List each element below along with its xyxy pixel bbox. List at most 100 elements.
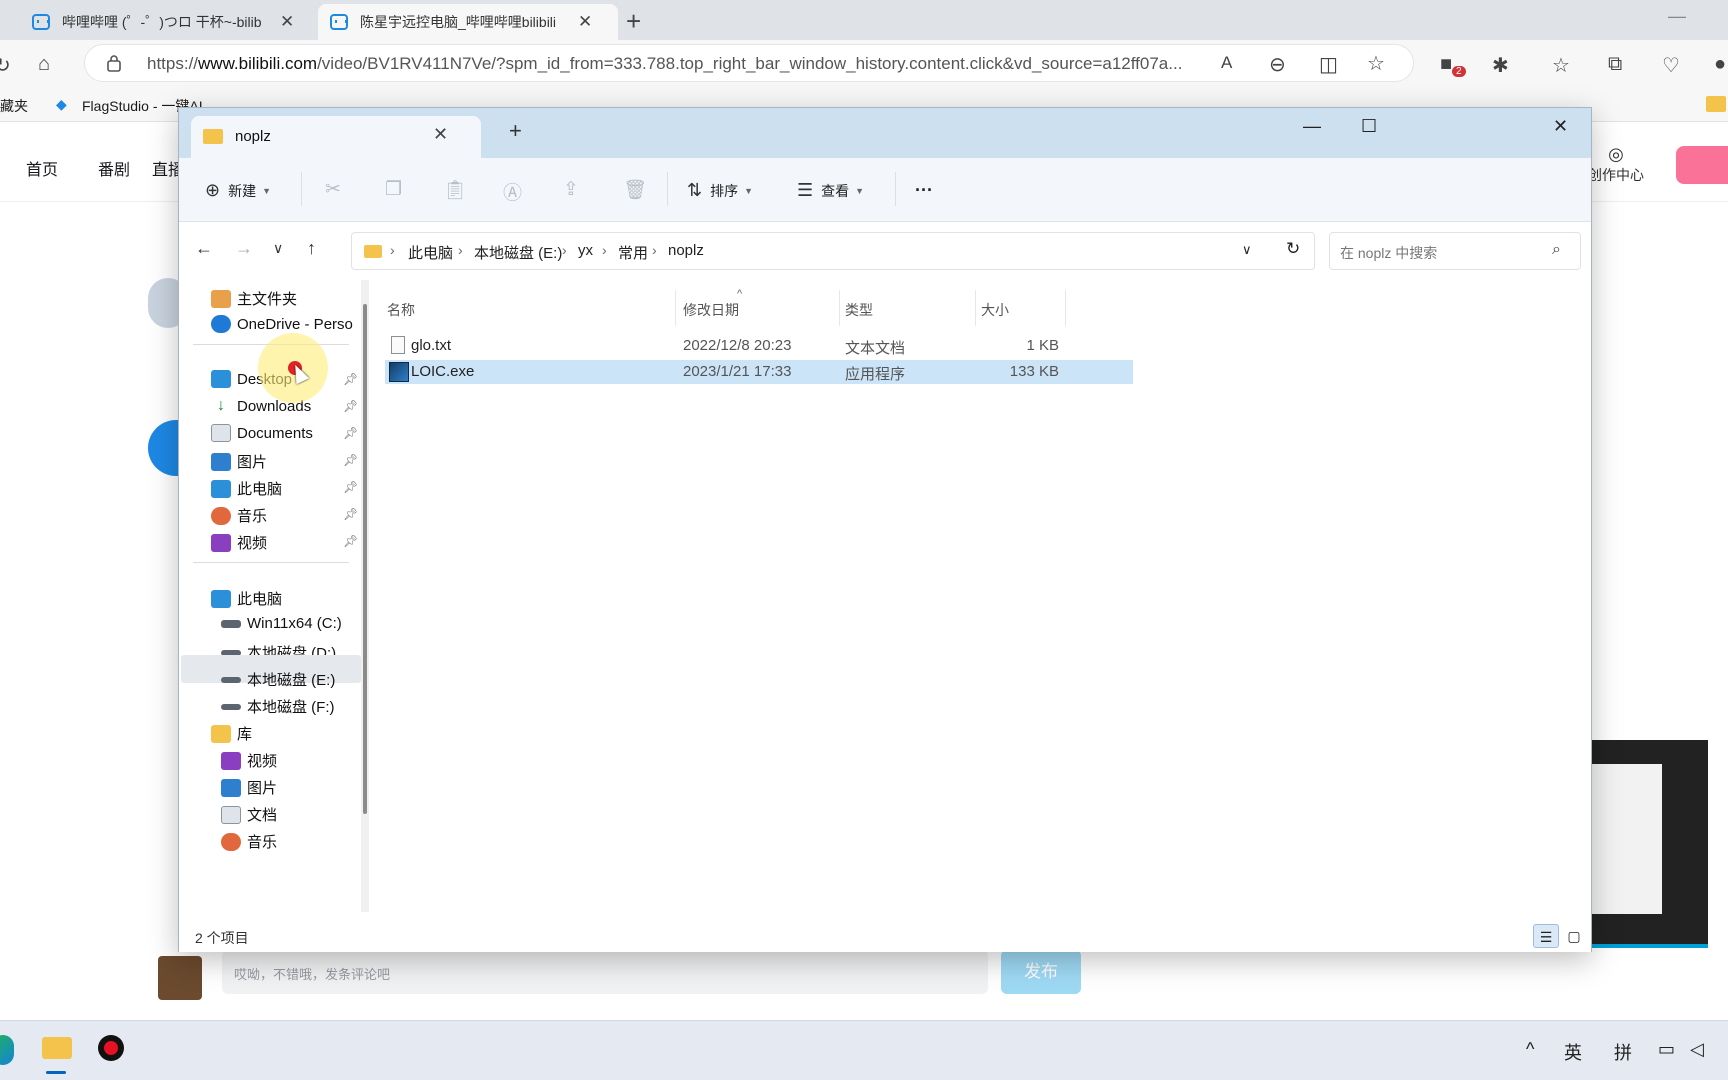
comment-input[interactable]: 哎呦，不错哦，发条评论吧 [222, 950, 988, 994]
new-button[interactable]: ⊕ 新建 ▼ [205, 180, 271, 201]
performance-icon[interactable]: ♡ [1662, 53, 1680, 78]
minimize-button[interactable]: — [1303, 116, 1321, 137]
column-header-type[interactable]: 类型 [845, 300, 873, 320]
forward-arrow-icon[interactable]: → [235, 238, 253, 259]
share-icon[interactable]: ⇪ [563, 178, 579, 201]
favorite-star-icon[interactable]: ☆ [1367, 51, 1385, 76]
record-icon[interactable] [98, 1035, 124, 1061]
extension-icon[interactable]: ■ [1440, 53, 1452, 76]
search-input[interactable]: 在 noplz 中搜索 ⌕ [1329, 232, 1581, 270]
volume-icon[interactable]: ◁ [1690, 1039, 1704, 1060]
sidebar-item-music[interactable]: 音乐 [211, 505, 267, 526]
column-divider[interactable] [1065, 290, 1066, 326]
home-icon[interactable]: ⌂ [38, 53, 50, 76]
rename-icon[interactable]: Ⓐ [503, 178, 522, 205]
nav-anime[interactable]: 番剧 [98, 156, 130, 180]
chevron-right-icon[interactable]: › [652, 242, 657, 258]
favorites-folder-icon[interactable] [1706, 96, 1726, 112]
column-header-date[interactable]: 修改日期 [683, 300, 739, 320]
maximize-button[interactable]: ☐ [1361, 116, 1377, 137]
breadcrumb-item[interactable]: 本地磁盘 (E:) [474, 242, 562, 263]
ime-mode[interactable]: 拼 [1614, 1039, 1632, 1065]
favorites-item[interactable]: 藏夹 [0, 96, 28, 116]
puzzle-icon[interactable]: ✱ [1492, 53, 1509, 78]
sort-button[interactable]: ⇅ 排序 ▼ [687, 180, 753, 201]
sidebar-item-drive-f[interactable]: 本地磁盘 (F:) [221, 696, 335, 717]
browser-tab-active[interactable]: 陈星宇远控电脑_哔哩哔哩bilibili ✕ [318, 4, 618, 40]
scrollbar-thumb[interactable] [363, 304, 367, 814]
file-row-selected[interactable]: LOIC.exe 2023/1/21 17:33 应用程序 133 KB [385, 360, 1133, 384]
pin-icon[interactable]: 📌︎ [343, 453, 358, 467]
breadcrumb-item[interactable]: yx [578, 242, 593, 259]
publish-button[interactable]: 发布 [1001, 950, 1081, 994]
refresh-icon[interactable]: ↻ [0, 53, 11, 78]
chevron-right-icon[interactable]: › [390, 242, 395, 258]
recent-locations-chevron-icon[interactable]: ∨ [273, 240, 283, 257]
chevron-right-icon[interactable]: › [458, 242, 463, 258]
user-avatar[interactable] [148, 420, 178, 476]
details-view-icon[interactable]: ☰ [1533, 924, 1559, 948]
view-button[interactable]: ☰ 查看 ▼ [797, 180, 864, 201]
more-options-button[interactable]: ··· [915, 180, 933, 201]
breadcrumb[interactable]: › 此电脑 › 本地磁盘 (E:) › yx › 常用 › noplz ∨ ↻ [351, 232, 1315, 270]
sidebar-scrollbar[interactable] [361, 280, 369, 912]
large-icons-view-icon[interactable]: ▢ [1561, 924, 1587, 948]
close-tab-icon[interactable]: ✕ [578, 12, 592, 32]
sidebar-item-drive-e[interactable]: 本地磁盘 (E:) [221, 669, 335, 690]
breadcrumb-item[interactable]: noplz [668, 242, 704, 259]
close-window-button[interactable]: ✕ [1553, 116, 1568, 137]
refresh-icon[interactable]: ↻ [1286, 239, 1300, 259]
sidebar-item-lib-documents[interactable]: 文档 [221, 804, 277, 825]
pin-icon[interactable]: 📌︎ [343, 399, 358, 413]
sidebar-item-lib-videos[interactable]: 视频 [221, 750, 277, 771]
video-progress-bar[interactable] [1592, 944, 1708, 948]
browser-minimize-button[interactable]: — [1668, 6, 1686, 27]
ime-language[interactable]: 英 [1564, 1039, 1582, 1065]
sidebar-item-pictures[interactable]: 图片 [211, 451, 267, 472]
browser-tab[interactable]: 哔哩哔哩 (゜-゜)つロ 干杯~-bilib ✕ [20, 4, 306, 40]
sidebar-item-onedrive[interactable]: OneDrive - Perso [211, 315, 353, 333]
pin-icon[interactable]: 📌︎ [343, 372, 358, 386]
favorites-icon[interactable]: ☆ [1552, 53, 1570, 78]
sidebar-item-lib-music[interactable]: 音乐 [221, 831, 277, 852]
sidebar-item-this-pc[interactable]: 此电脑 [211, 478, 282, 499]
profile-icon[interactable]: ● [1714, 53, 1726, 76]
file-explorer-taskbar-button[interactable] [38, 1027, 74, 1074]
paste-icon[interactable]: 📋︎ [443, 178, 467, 202]
chevron-right-icon[interactable]: › [562, 242, 567, 258]
read-aloud-icon[interactable]: A [1221, 53, 1232, 73]
creator-center[interactable]: ◎ 创作中心 [1588, 144, 1644, 185]
collections-icon[interactable]: ⧉ [1608, 53, 1622, 76]
sidebar-item-videos[interactable]: 视频 [211, 532, 267, 553]
pin-icon[interactable]: 📌︎ [343, 507, 358, 521]
column-divider[interactable] [975, 290, 976, 326]
close-tab-icon[interactable]: ✕ [280, 12, 294, 32]
sidebar-item-this-pc[interactable]: 此电脑 [211, 588, 282, 609]
close-tab-icon[interactable]: ✕ [433, 124, 448, 145]
column-divider[interactable] [839, 290, 840, 326]
split-screen-icon[interactable]: ◫ [1319, 52, 1338, 77]
zoom-icon[interactable]: ⊖ [1269, 52, 1286, 77]
lock-icon[interactable] [107, 54, 121, 72]
mini-video-player[interactable] [1592, 740, 1708, 948]
up-arrow-icon[interactable]: ↑ [307, 238, 316, 259]
new-explorer-tab-button[interactable]: + [509, 118, 522, 144]
edge-icon[interactable] [0, 1035, 14, 1065]
sidebar-item-documents[interactable]: Documents [211, 424, 313, 442]
cut-icon[interactable]: ✂ [325, 178, 341, 201]
address-dropdown-icon[interactable]: ∨ [1242, 242, 1252, 258]
explorer-tab[interactable]: noplz ✕ [191, 116, 481, 158]
back-arrow-icon[interactable]: ← [195, 238, 213, 259]
sidebar-item-libraries[interactable]: 库 [211, 723, 252, 744]
copy-icon[interactable]: ❐ [385, 178, 402, 201]
upload-button[interactable] [1676, 146, 1728, 184]
breadcrumb-item[interactable]: 常用 [618, 242, 648, 263]
sidebar-item-home[interactable]: 主文件夹 [211, 288, 297, 309]
sidebar-item-lib-pictures[interactable]: 图片 [221, 777, 277, 798]
delete-icon[interactable]: 🗑︎ [623, 178, 647, 202]
column-header-size[interactable]: 大小 [981, 300, 1009, 320]
new-tab-button[interactable]: + [626, 6, 641, 37]
address-bar[interactable]: https://www.bilibili.com/video/BV1RV411N… [84, 44, 1414, 82]
pin-icon[interactable]: 📌︎ [343, 480, 358, 494]
pin-icon[interactable]: 📌︎ [343, 426, 358, 440]
